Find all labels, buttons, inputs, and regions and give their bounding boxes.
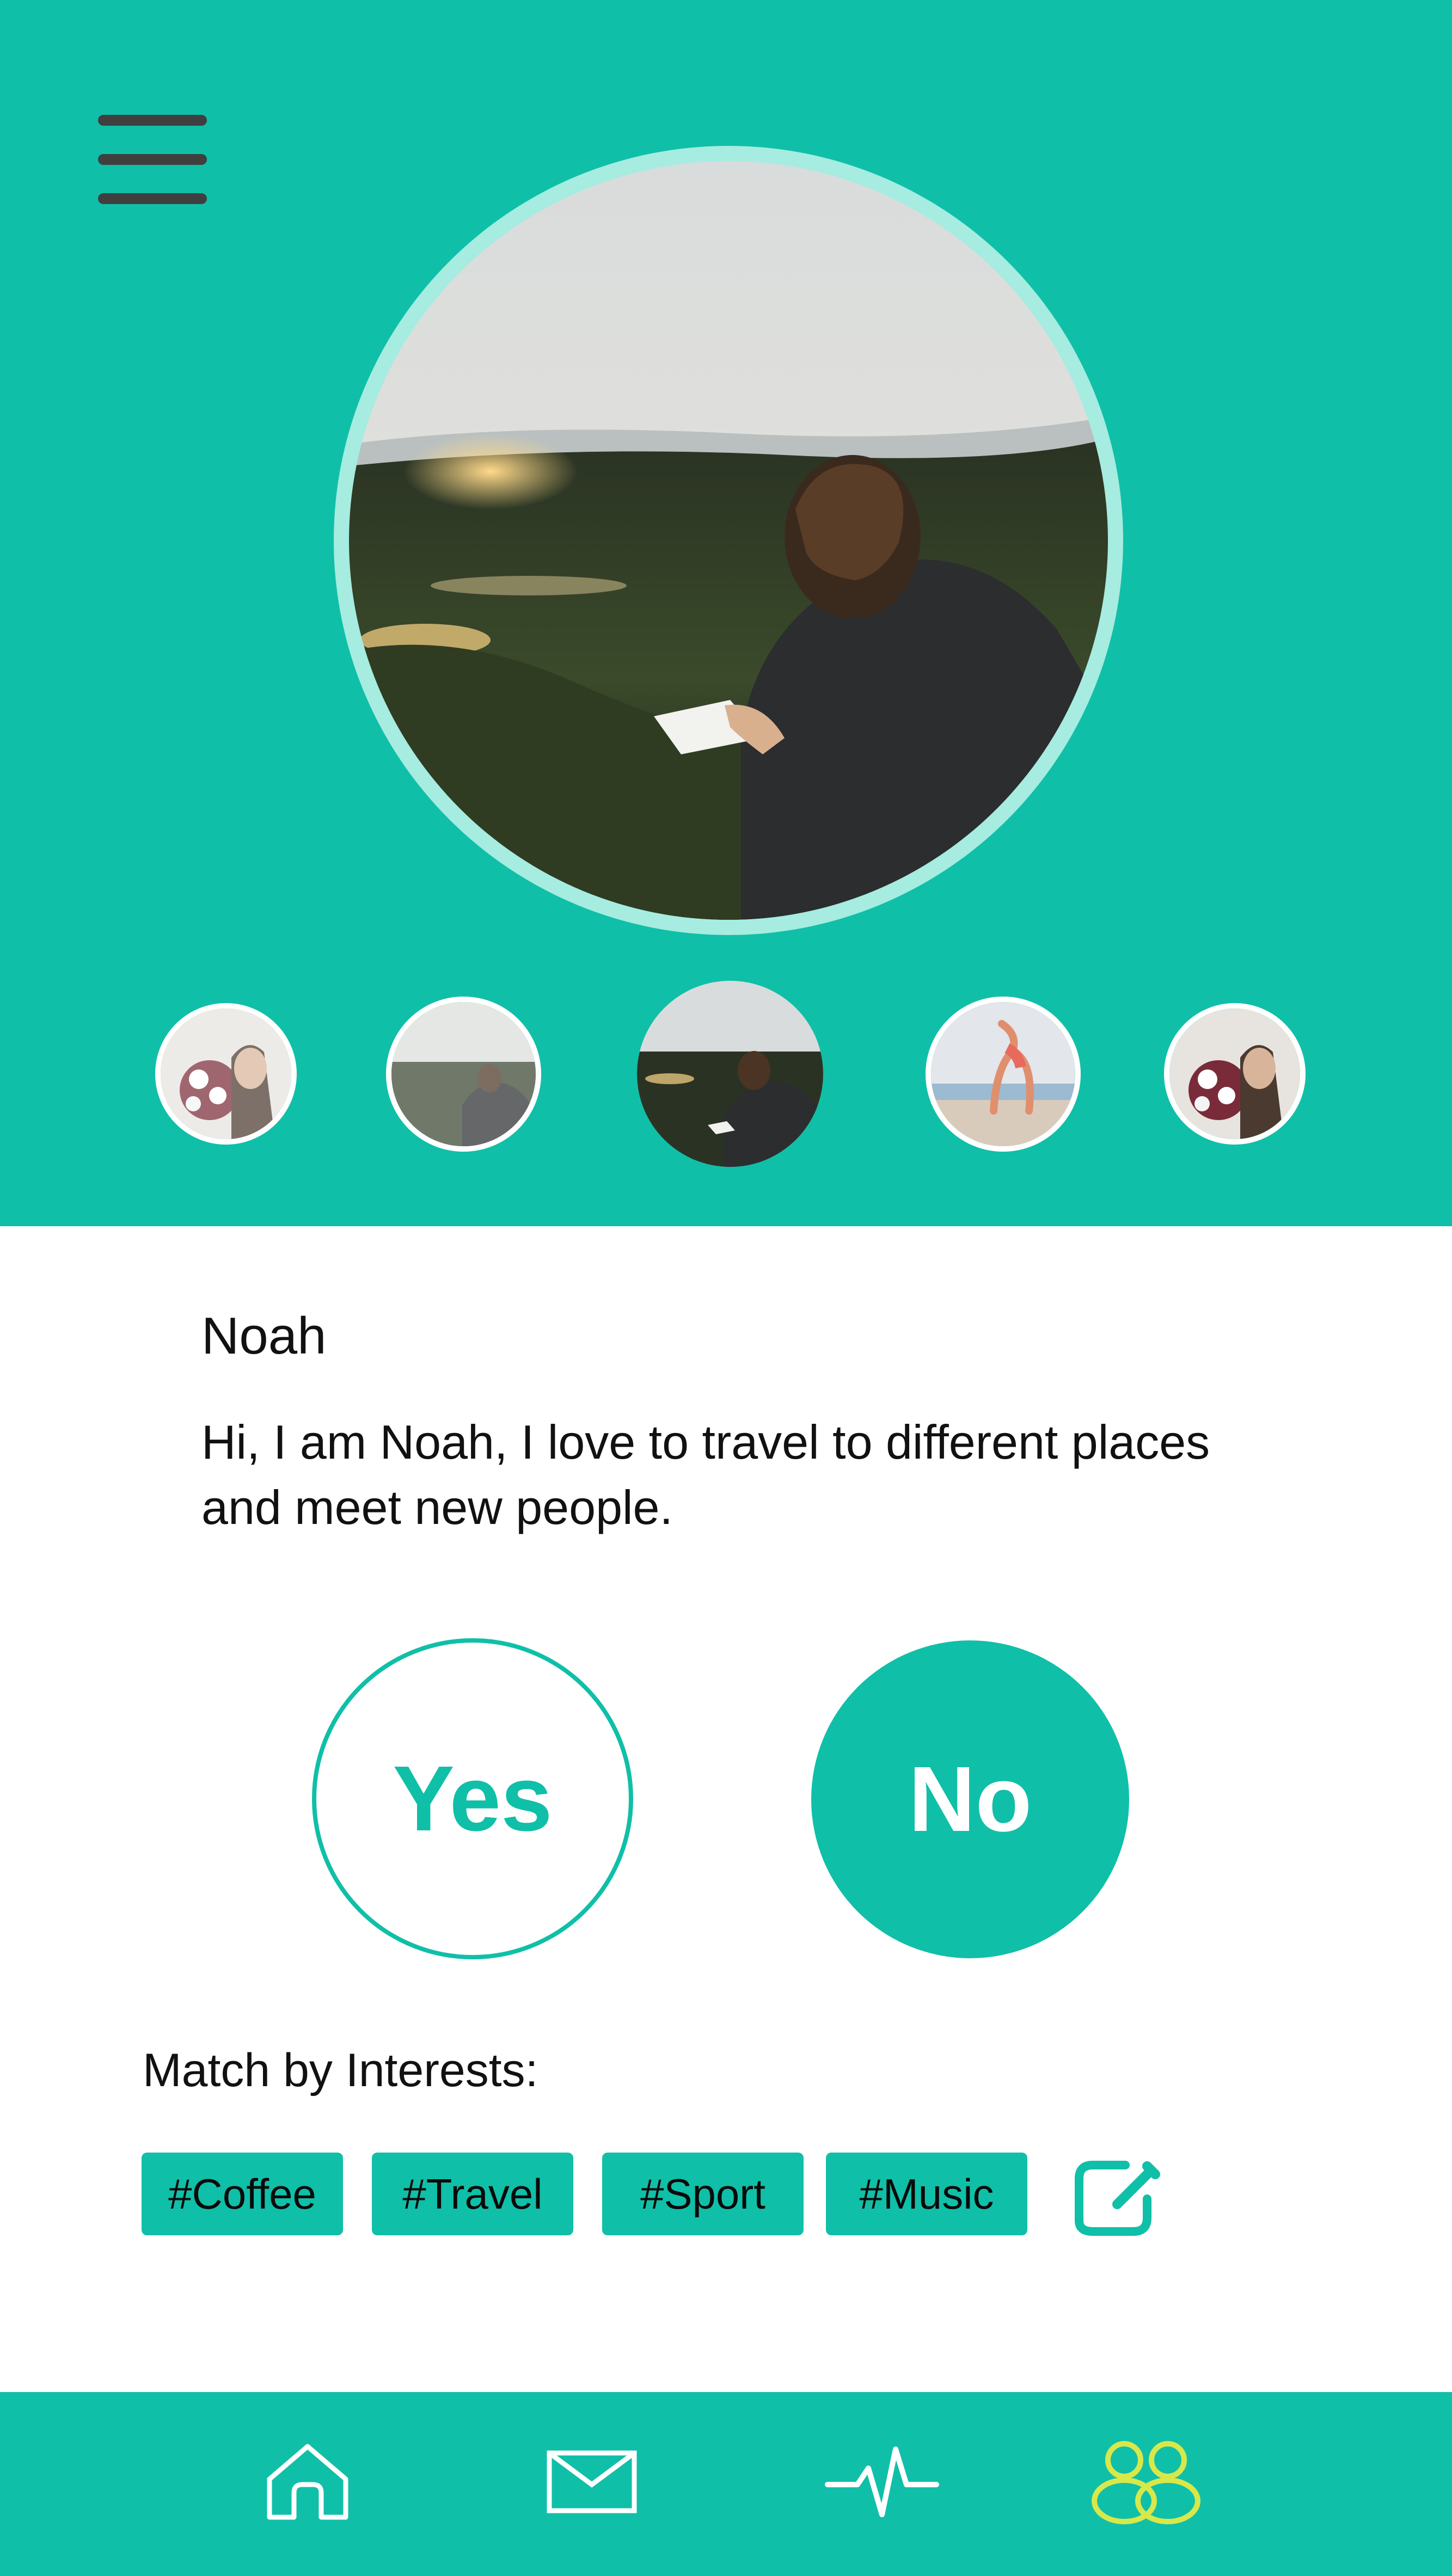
hamburger-menu-icon [98, 112, 207, 204]
profile-bio: Hi, I am Noah, I love to travel to diffe… [201, 1410, 1290, 1540]
profile-bio-line: Hi, I am Noah, I love to travel to diffe… [201, 1415, 1210, 1469]
edit-interests-button[interactable] [1074, 2155, 1166, 2237]
interest-tag-coffee[interactable]: #Coffee [142, 2153, 343, 2235]
interest-tag-sport[interactable]: #Sport [602, 2153, 804, 2235]
interest-tag-travel[interactable]: #Travel [372, 2153, 573, 2235]
profile-name: Noah [201, 1307, 327, 1365]
thumbnail-photo[interactable] [155, 1003, 297, 1145]
bottom-navigation [0, 2392, 1452, 2576]
thumbnail-photo[interactable] [926, 997, 1081, 1152]
interest-tag-music[interactable]: #Music [826, 2153, 1027, 2235]
nav-activity[interactable] [819, 2425, 945, 2539]
thumbnail-photo[interactable] [1164, 1003, 1306, 1145]
tag-label: #Sport [640, 2169, 765, 2218]
tag-label: #Music [859, 2169, 994, 2218]
nav-home[interactable] [245, 2425, 370, 2539]
home-icon [267, 2444, 348, 2520]
profile-header [0, 0, 1452, 1226]
yes-label: Yes [393, 1747, 553, 1850]
profile-bio-line: and meet new people. [201, 1480, 673, 1534]
edit-icon [1075, 2161, 1160, 2236]
no-label: No [908, 1748, 1032, 1851]
activity-icon [825, 2446, 939, 2517]
main-photo-frame [334, 146, 1123, 935]
mail-icon [547, 2450, 637, 2513]
menu-button[interactable] [98, 112, 207, 204]
thumbnail-photo[interactable] [386, 997, 541, 1152]
tag-label: #Travel [402, 2169, 543, 2218]
interests-label: Match by Interests: [143, 2044, 538, 2097]
main-profile-photo[interactable] [349, 161, 1108, 920]
yes-button[interactable]: Yes [312, 1638, 633, 1959]
people-icon [1092, 2441, 1200, 2524]
thumbnail-photo-selected[interactable] [637, 981, 823, 1167]
no-button[interactable]: No [811, 1640, 1129, 1958]
main-photo-image [349, 161, 1108, 920]
nav-people[interactable] [1083, 2425, 1209, 2539]
tag-label: #Coffee [168, 2169, 316, 2218]
nav-messages[interactable] [529, 2425, 654, 2539]
